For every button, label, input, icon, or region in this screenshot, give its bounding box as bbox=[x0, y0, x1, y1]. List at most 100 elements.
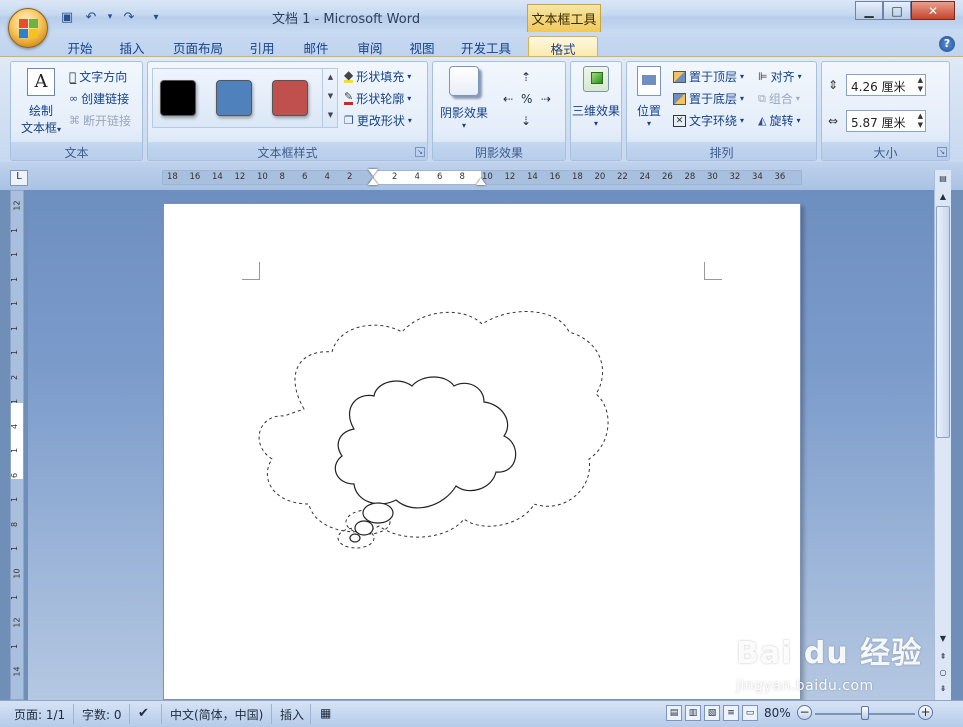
nudge-shadow-left-icon[interactable]: ⇠ bbox=[503, 92, 513, 106]
draft-view-icon[interactable]: ▭ bbox=[742, 705, 758, 721]
group-textbox-styles: ▲ ▼ ▼ ◆ 形状填充 ▾ ✎ 形状轮廓 ▾ ❐ 更改形状 ▾ 文本框样式 ↘ bbox=[147, 61, 428, 161]
tab-view[interactable]: 视图 bbox=[402, 36, 442, 56]
draw-textbox-button[interactable]: A 绘制 文本框▾ bbox=[15, 68, 67, 136]
previous-page-icon[interactable]: ⇞ bbox=[936, 650, 950, 664]
macro-record-icon[interactable]: ▦ bbox=[320, 706, 331, 720]
tab-developer[interactable]: 开发工具 bbox=[454, 36, 518, 56]
create-link-button[interactable]: ∞ 创建链接 bbox=[69, 90, 129, 107]
nudge-shadow-up-icon[interactable]: ⇡ bbox=[521, 70, 531, 84]
proofing-icon[interactable]: ✔ bbox=[138, 706, 149, 721]
gallery-scroll[interactable]: ▲ ▼ ▼ bbox=[322, 68, 338, 128]
undo-dropdown-icon[interactable]: ▾ bbox=[106, 8, 114, 26]
zoom-in-icon[interactable]: + bbox=[918, 705, 933, 720]
height-spin-arrows[interactable]: ▲ ▼ bbox=[918, 76, 923, 94]
change-shape-button[interactable]: ❐ 更改形状 ▾ bbox=[344, 112, 412, 129]
vertical-scrollbar[interactable]: ▤ ▲ ▼ ⇞ ○ ⇟ bbox=[934, 170, 951, 700]
send-to-back-button[interactable]: 置于底层 ▾ bbox=[673, 90, 744, 107]
vruler-tick-label: 8 bbox=[10, 521, 20, 527]
document-page[interactable] bbox=[163, 203, 801, 700]
zoom-slider-thumb[interactable] bbox=[861, 706, 869, 720]
width-spin-arrows[interactable]: ▲ ▼ bbox=[918, 112, 923, 130]
context-tab-header: 文本框工具 bbox=[527, 4, 601, 32]
next-page-icon[interactable]: ⇟ bbox=[936, 682, 950, 696]
help-icon[interactable]: ? bbox=[939, 36, 955, 52]
redo-icon[interactable]: ↷ bbox=[120, 8, 138, 26]
tab-selector[interactable]: L bbox=[10, 170, 28, 186]
save-icon[interactable]: ▣ bbox=[58, 8, 76, 26]
shape-fill-button[interactable]: ◆ 形状填充 ▾ bbox=[344, 68, 411, 85]
right-indent-icon[interactable] bbox=[476, 178, 486, 185]
gallery-down-icon[interactable]: ▼ bbox=[323, 87, 338, 106]
rotate-button[interactable]: ◭ 旋转 ▾ bbox=[758, 112, 801, 129]
window-controls: ▁ □ ✕ bbox=[855, 1, 955, 20]
customize-qat-icon[interactable]: ▾ bbox=[150, 8, 162, 26]
indent-marker-icon[interactable] bbox=[368, 169, 378, 176]
full-screen-reading-icon[interactable]: ▥ bbox=[685, 705, 701, 721]
shape-outline-button[interactable]: ✎ 形状轮廓 ▾ bbox=[344, 90, 411, 107]
text-wrap-button[interactable]: ✕ 文字环绕 ▾ bbox=[673, 112, 744, 129]
word-count[interactable]: 字数: 0 bbox=[82, 706, 122, 723]
watermark-logo-text: Bai du 经验 bbox=[736, 636, 923, 671]
vertical-ruler[interactable]: 12 1 1 1 1 1 1 2 1 4 1 6 1 8 1 10 1 12 1 14 bbox=[10, 190, 24, 700]
close-button[interactable]: ✕ bbox=[911, 1, 955, 20]
group-button[interactable]: ⧉ 组合 ▾ bbox=[758, 90, 800, 107]
position-button[interactable]: 位置 ▾ bbox=[629, 66, 669, 128]
shadow-effects-button[interactable]: 阴影效果 ▾ bbox=[435, 66, 493, 130]
height-spinner[interactable]: 4.26 厘米 ▲ ▼ bbox=[846, 74, 926, 96]
ruler-tick-label: 18 bbox=[572, 172, 583, 182]
width-spinner[interactable]: 5.87 厘米 ▲ ▼ bbox=[846, 110, 926, 132]
create-link-label: 创建链接 bbox=[81, 92, 130, 106]
nudge-shadow-right-icon[interactable]: ⇢ bbox=[541, 92, 551, 106]
minimize-button[interactable]: ▁ bbox=[855, 1, 883, 20]
style-swatch-blue[interactable] bbox=[216, 80, 252, 116]
ruler-tick-label: 16 bbox=[549, 172, 561, 182]
height-value: 4.26 厘米 bbox=[851, 80, 906, 94]
ruler-tick-label: 4 bbox=[414, 172, 420, 182]
align-button[interactable]: ⊫ 对齐 ▾ bbox=[758, 68, 802, 85]
scroll-up-icon[interactable]: ▲ bbox=[936, 190, 950, 204]
tab-mailings[interactable]: 邮件 bbox=[296, 36, 336, 56]
language-indicator[interactable]: 中文(简体，中国) bbox=[170, 706, 263, 723]
callout-shapes[interactable] bbox=[164, 204, 802, 701]
page-indicator[interactable]: 页面: 1/1 bbox=[14, 706, 65, 723]
shadow-toggle-icon[interactable]: % bbox=[521, 92, 532, 106]
dialog-launcher-icon[interactable]: ↘ bbox=[415, 147, 425, 157]
zoom-out-icon[interactable]: − bbox=[797, 705, 812, 720]
break-link-button[interactable]: ⌘ 断开链接 bbox=[69, 112, 131, 129]
nudge-shadow-down-icon[interactable]: ⇣ bbox=[521, 114, 531, 128]
size-dialog-launcher-icon[interactable]: ↘ bbox=[937, 147, 947, 157]
text-direction-button[interactable]: Ａ̲ 文字方向 bbox=[69, 68, 127, 85]
print-layout-view-icon[interactable]: ▤ bbox=[666, 705, 682, 721]
tab-format[interactable]: 格式 bbox=[528, 36, 598, 57]
maximize-button[interactable]: □ bbox=[883, 1, 911, 20]
ruler-tick-label: 6 bbox=[437, 172, 443, 182]
tab-references[interactable]: 引用 bbox=[242, 36, 282, 56]
style-swatch-black[interactable] bbox=[160, 80, 196, 116]
insert-mode[interactable]: 插入 bbox=[280, 706, 304, 723]
send-to-back-icon bbox=[673, 92, 686, 105]
style-swatch-red[interactable] bbox=[272, 80, 308, 116]
tab-review[interactable]: 审阅 bbox=[350, 36, 390, 56]
web-layout-view-icon[interactable]: ▧ bbox=[704, 705, 720, 721]
scroll-down-icon[interactable]: ▼ bbox=[936, 632, 950, 646]
text-direction-icon: Ａ̲ bbox=[69, 69, 77, 84]
tab-insert[interactable]: 插入 bbox=[112, 36, 152, 56]
hanging-indent-icon[interactable] bbox=[368, 178, 378, 185]
ruler-tick-label: 34 bbox=[752, 172, 763, 182]
gallery-more-icon[interactable]: ▼ bbox=[323, 106, 338, 125]
zoom-level[interactable]: 80% bbox=[764, 706, 791, 720]
ruler-toggle-icon[interactable]: ▤ bbox=[936, 172, 950, 186]
tab-page-layout[interactable]: 页面布局 bbox=[166, 36, 230, 56]
horizontal-ruler[interactable]: 18 16 14 12 10 8 6 4 2 2 4 6 8 10 12 14 16 18 20 22 24 26 28 30… bbox=[162, 169, 802, 185]
undo-icon[interactable]: ↶ bbox=[82, 8, 100, 26]
outline-view-icon[interactable]: ≡ bbox=[723, 705, 739, 721]
office-button[interactable] bbox=[8, 8, 48, 48]
gallery-up-icon[interactable]: ▲ bbox=[323, 68, 338, 87]
vruler-tick-label: 1 bbox=[10, 643, 20, 650]
tab-home[interactable]: 开始 bbox=[60, 36, 100, 56]
3d-effects-button[interactable]: 三维效果 ▾ bbox=[571, 66, 621, 128]
scroll-thumb[interactable] bbox=[936, 206, 950, 438]
bring-to-front-button[interactable]: 置于顶层 ▾ bbox=[673, 68, 744, 85]
vruler-tick-label: 1 bbox=[10, 276, 20, 282]
select-browse-object-icon[interactable]: ○ bbox=[936, 666, 950, 680]
